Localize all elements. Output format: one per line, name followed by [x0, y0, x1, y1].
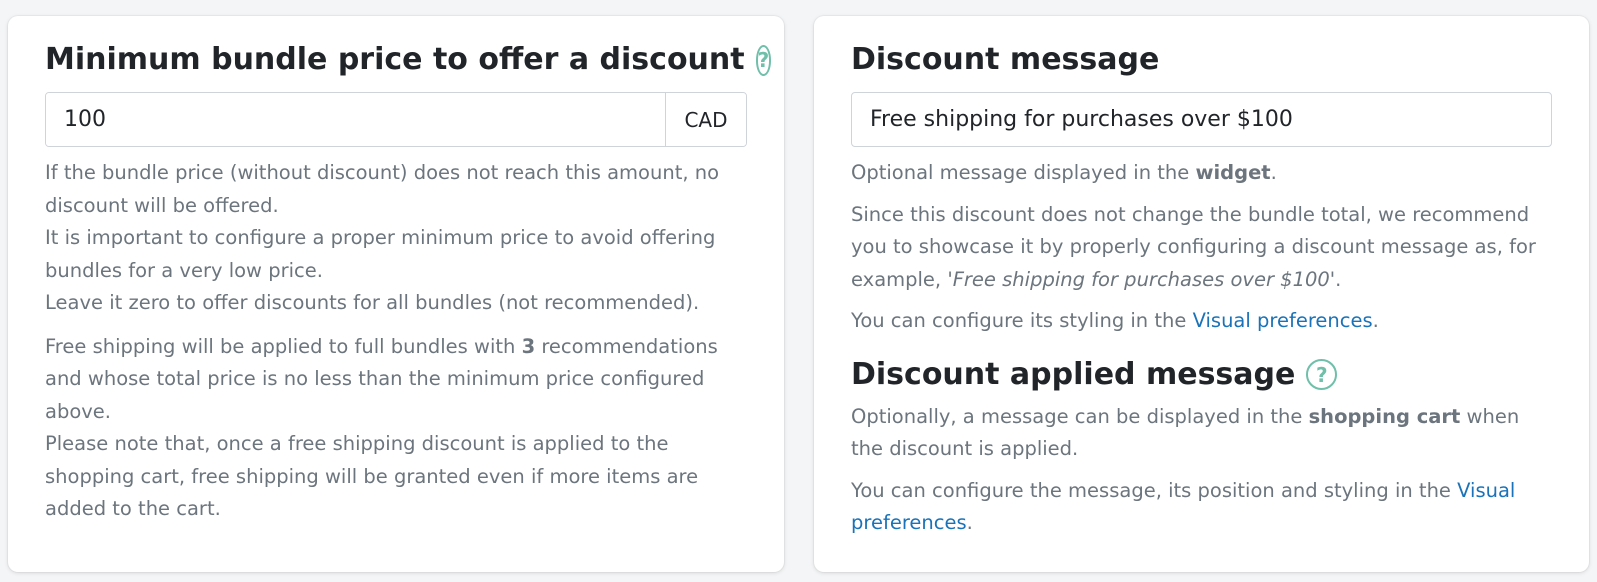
discount-message-optional: Optional message displayed in the widget… [851, 161, 1277, 184]
widget-bold: widget [1195, 161, 1271, 184]
settings-page: Minimum bundle price to offer a discount… [0, 0, 1597, 582]
free-shipping-note: Please note that, once a free shipping d… [45, 432, 699, 520]
discount-message-input[interactable] [851, 92, 1552, 147]
discount-message-since: Since this discount does not change the … [851, 202, 1536, 291]
min-price-input-group: CAD [45, 92, 747, 147]
min-price-desc-3: Leave it zero to offer discounts for all… [45, 291, 700, 314]
discount-message-card: Discount message Optional message displa… [814, 16, 1589, 572]
currency-addon: CAD [665, 93, 746, 146]
discount-applied-title-text: Discount applied message [851, 356, 1296, 392]
free-shipping-help: Free shipping will be applied to full bu… [45, 331, 747, 526]
discount-message-title: Discount message [851, 40, 1552, 80]
recommendation-count: 3 [521, 334, 536, 358]
shopping-cart-bold: shopping cart [1308, 404, 1461, 428]
example-message: Free shipping for purchases over $100 [952, 267, 1330, 291]
free-shipping-text: Free shipping will be applied to full bu… [45, 334, 718, 423]
discount-applied-help: Optionally, a message can be displayed i… [851, 404, 1520, 461]
min-price-input[interactable] [46, 93, 665, 146]
discount-applied-title: Discount applied message ? [851, 355, 1552, 395]
min-price-title-text: Minimum bundle price to offer a discount [45, 42, 745, 77]
discount-message-help: Optional message displayed in the widget… [851, 157, 1552, 190]
min-price-help: If the bundle price (without discount) d… [45, 157, 747, 320]
discount-message-styling: You can configure its styling in the Vis… [851, 309, 1379, 332]
help-icon[interactable]: ? [1306, 359, 1338, 390]
help-icon[interactable]: ? [755, 44, 772, 76]
min-price-title: Minimum bundle price to offer a discount… [45, 40, 772, 80]
min-price-card: Minimum bundle price to offer a discount… [8, 16, 784, 572]
min-price-desc-1: If the bundle price (without discount) d… [45, 161, 720, 217]
min-price-desc-2: It is important to configure a proper mi… [45, 226, 716, 282]
discount-applied-configure: You can configure the message, its posit… [851, 478, 1516, 535]
discount-message-title-text: Discount message [851, 42, 1160, 77]
visual-preferences-link[interactable]: Visual preferences [1193, 309, 1373, 332]
